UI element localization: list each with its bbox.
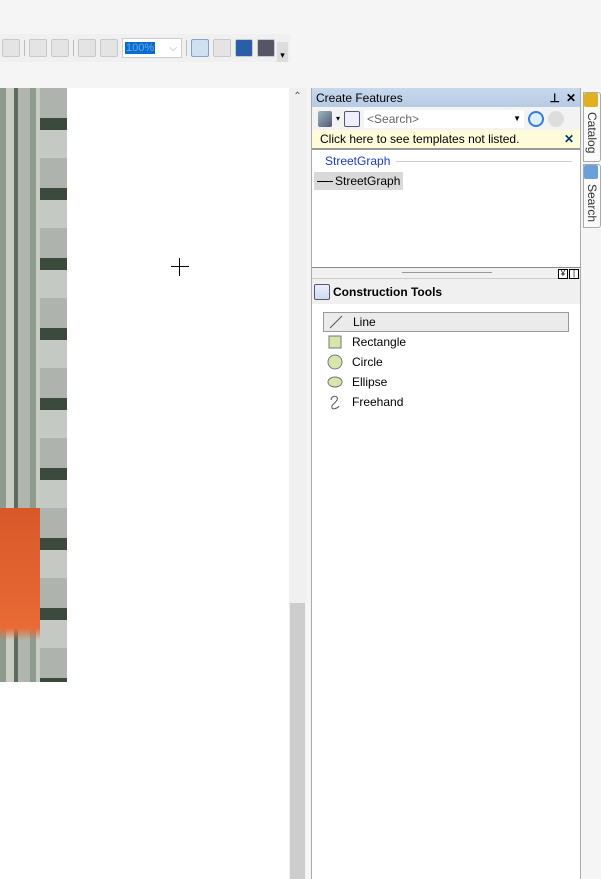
tab-catalog[interactable]: Catalog bbox=[583, 92, 601, 162]
pin-icon[interactable]: ⊥ bbox=[549, 91, 559, 105]
construction-tools-list: Line Rectangle Circle Ellipse Freehand bbox=[312, 304, 580, 412]
chevron-down-icon: ⌵ bbox=[169, 42, 177, 54]
group-label: StreetGraph bbox=[325, 154, 391, 168]
scroll-up-icon[interactable]: ⌃ bbox=[289, 88, 306, 105]
tool-label: Circle bbox=[352, 355, 383, 369]
tool-label: Line bbox=[353, 315, 376, 329]
filter-icon[interactable] bbox=[318, 110, 332, 127]
panel-title: Create Features bbox=[316, 90, 403, 105]
aerial-imagery bbox=[0, 88, 67, 682]
tool-line[interactable]: Line bbox=[323, 312, 569, 332]
zoom-value: 100% bbox=[125, 42, 156, 54]
fixed-zoom-icon[interactable] bbox=[2, 39, 20, 57]
tool-label: Rectangle bbox=[352, 335, 407, 349]
chevron-down-icon[interactable]: ▾ bbox=[336, 114, 340, 123]
templates-notice[interactable]: Click here to see templates not listed. ✕ bbox=[312, 130, 580, 150]
data-driven-pages-icon[interactable] bbox=[257, 39, 275, 57]
change-layout-icon[interactable] bbox=[235, 39, 253, 57]
zoom-in-fixed-icon[interactable] bbox=[29, 39, 47, 57]
search-icon[interactable] bbox=[528, 110, 545, 127]
toolbar-overflow-button[interactable]: ▾ bbox=[277, 42, 288, 62]
circle-icon bbox=[327, 354, 343, 370]
catalog-icon bbox=[584, 93, 598, 107]
divider bbox=[186, 40, 187, 56]
forward-icon[interactable] bbox=[100, 39, 118, 57]
panel-splitter[interactable]: ¥ | bbox=[312, 268, 580, 279]
tool-label: Freehand bbox=[352, 395, 404, 409]
zoom-level-select[interactable]: 100% ⌵ bbox=[122, 38, 182, 58]
tool-label: Ellipse bbox=[352, 375, 388, 389]
create-features-panel: Create Features ⊥ ✕ ▾ <Search> ▼ Click her… bbox=[311, 88, 581, 879]
template-label: StreetGraph bbox=[335, 174, 401, 188]
line-icon bbox=[328, 314, 344, 330]
zoom-out-fixed-icon[interactable] bbox=[51, 39, 69, 57]
collapse-icon[interactable]: ¥ bbox=[558, 269, 568, 279]
close-icon[interactable]: ✕ bbox=[566, 91, 576, 105]
tool-freehand[interactable]: Freehand bbox=[323, 392, 569, 412]
divider bbox=[24, 40, 25, 56]
divider bbox=[73, 40, 74, 56]
freehand-icon bbox=[327, 394, 343, 410]
search-input[interactable]: <Search> ▼ bbox=[364, 109, 525, 128]
toggle-icon[interactable]: | bbox=[569, 269, 579, 279]
line-symbol-icon bbox=[317, 180, 333, 182]
ellipse-icon bbox=[327, 374, 343, 390]
template-list: StreetGraph StreetGraph bbox=[312, 150, 580, 268]
tool-ellipse[interactable]: Ellipse bbox=[323, 372, 569, 392]
notice-text: Click here to see templates not listed. bbox=[320, 132, 520, 146]
map-view[interactable] bbox=[0, 88, 289, 879]
side-tab-strip: Catalog Search bbox=[582, 88, 601, 879]
section-title: Construction Tools bbox=[333, 284, 443, 299]
vertical-scrollbar[interactable]: ⌃ bbox=[289, 88, 306, 879]
template-toolbar: ▾ <Search> ▼ bbox=[312, 107, 580, 130]
panel-title-bar: Create Features ⊥ ✕ bbox=[312, 88, 580, 107]
template-group-header: StreetGraph bbox=[312, 150, 580, 168]
search-window-icon bbox=[584, 165, 598, 179]
construction-tools-header: Construction Tools bbox=[312, 278, 580, 304]
crosshair-cursor-icon bbox=[171, 258, 189, 276]
scrollbar-thumb[interactable] bbox=[290, 603, 305, 879]
toggle-draft-mode-icon[interactable] bbox=[191, 39, 209, 57]
clear-search-icon[interactable] bbox=[548, 110, 565, 127]
search-placeholder: <Search> bbox=[367, 111, 420, 126]
layout-toolbar: 100% ⌵ bbox=[0, 34, 290, 62]
close-icon[interactable]: ✕ bbox=[564, 132, 574, 146]
back-icon[interactable] bbox=[78, 39, 96, 57]
chevron-down-icon[interactable]: ▼ bbox=[513, 114, 524, 123]
rectangle-icon bbox=[327, 334, 343, 350]
splitter-grip[interactable] bbox=[402, 272, 492, 273]
tool-rectangle[interactable]: Rectangle bbox=[323, 332, 569, 352]
organize-templates-icon[interactable] bbox=[344, 110, 361, 127]
tab-label: Search bbox=[585, 184, 599, 223]
tool-circle[interactable]: Circle bbox=[323, 352, 569, 372]
tab-label: Catalog bbox=[585, 112, 599, 154]
construction-tools-icon bbox=[314, 283, 330, 300]
tab-search[interactable]: Search bbox=[583, 164, 601, 228]
template-item[interactable]: StreetGraph bbox=[314, 172, 404, 190]
focus-data-frame-icon[interactable] bbox=[213, 39, 231, 57]
